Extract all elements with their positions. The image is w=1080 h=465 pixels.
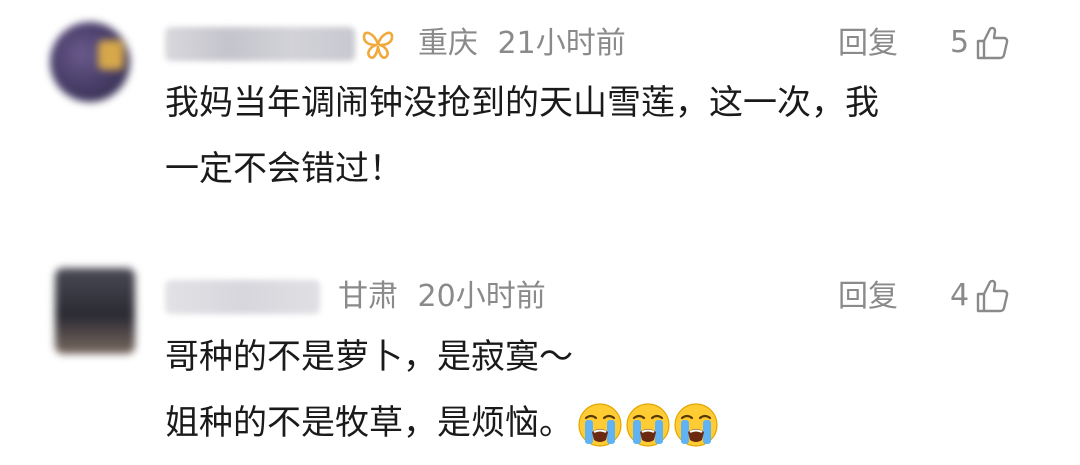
loudly-crying-face-icon (578, 402, 622, 447)
loudly-crying-face-icon (674, 402, 718, 447)
timestamp: 21小时前 (497, 26, 626, 61)
like-button[interactable]: 4 (950, 278, 1009, 314)
comment-text-line: 哥种的不是萝卜，是寂寞～ (165, 337, 573, 377)
comment-text-line: 我妈当年调闹钟没抢到的天山雪莲，这一次，我 (165, 83, 879, 123)
thumbs-up-icon (976, 26, 1009, 60)
butterfly-badge-icon (362, 31, 394, 59)
avatar[interactable] (55, 268, 135, 354)
thumbs-up-icon (976, 279, 1009, 313)
reply-button[interactable]: 回复 (838, 27, 898, 61)
comment-text-line: 一定不会错过！ (165, 149, 403, 189)
comment-meta: 甘肃 20小时前 (338, 280, 546, 314)
username-blurred[interactable] (165, 280, 320, 314)
like-button[interactable]: 5 (950, 25, 1009, 61)
comment-text-line: 姐种的不是牧草，是烦恼。 (165, 390, 721, 456)
comment-meta: 重庆 21小时前 (418, 27, 626, 61)
loudly-crying-face-icon (626, 402, 670, 447)
like-count: 4 (950, 278, 970, 313)
emoji-group (577, 402, 721, 448)
avatar[interactable] (50, 22, 130, 102)
reply-button[interactable]: 回复 (838, 280, 898, 314)
comment-item: 重庆 21小时前 回复 5 我妈当年调闹钟没抢到的天山雪莲，这一次，我 一定不会… (0, 0, 1080, 232)
location-label: 甘肃 (338, 279, 398, 314)
location-label: 重庆 (418, 26, 478, 61)
comment-item: 甘肃 20小时前 回复 4 哥种的不是萝卜，是寂寞～ 姐种的不是牧草，是烦恼。 (0, 250, 1080, 465)
timestamp: 20小时前 (417, 279, 546, 314)
like-count: 5 (950, 25, 970, 60)
username-blurred[interactable] (165, 27, 355, 61)
comment-text-segment: 姐种的不是牧草，是烦恼。 (165, 403, 573, 443)
